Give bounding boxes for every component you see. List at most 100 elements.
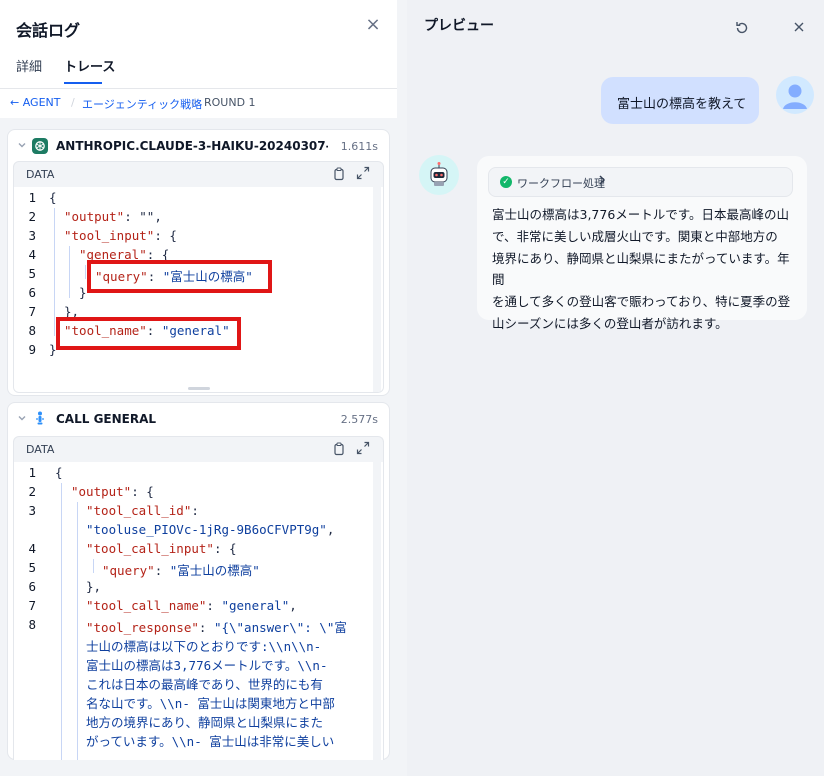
json-key: "tool_call_id": [86, 503, 192, 518]
check-circle-icon: ✓: [500, 176, 512, 188]
code-line: "tool_call_input": {: [86, 541, 237, 556]
copy-icon[interactable]: [332, 167, 346, 181]
expand-icon[interactable]: [356, 441, 370, 455]
trace-card-tool: CALL GENERAL 2.577s DATA 1 2 3 4 5 6 7 8…: [7, 402, 390, 760]
chevron-down-icon[interactable]: [17, 413, 27, 423]
workflow-label: ワークフロー処理: [517, 177, 605, 190]
trace-card-header[interactable]: ANTHROPIC.CLAUDE-3-HAIKU-20240307-V1:...…: [8, 130, 389, 162]
json-punct: :: [154, 563, 170, 578]
code-header: DATA: [14, 162, 383, 186]
json-key: "tool_call_name": [86, 598, 207, 613]
json-string: "general": [221, 598, 290, 613]
panel-title: 会話ログ: [16, 21, 81, 40]
resize-handle[interactable]: [188, 387, 210, 390]
highlight-box-query: [87, 260, 272, 293]
indent-guide: [61, 483, 62, 760]
breadcrumb-back-agent[interactable]: ← AGENT: [10, 96, 60, 109]
line-number: 3: [28, 228, 36, 243]
code-line: },: [86, 579, 102, 594]
json-punct: ,: [326, 522, 335, 537]
trace-card-title: CALL GENERAL: [56, 412, 157, 426]
json-punct: ,: [289, 598, 297, 613]
message-line: を通して多くの登山客で賑わっており、特に夏季の登: [492, 294, 791, 310]
code-line: "query": "富士山の標高": [102, 560, 260, 579]
breadcrumb-round: ROUND 1: [204, 96, 256, 109]
close-icon[interactable]: ×: [364, 16, 382, 34]
workflow-process-toggle[interactable]: ✓ ワークフロー処理: [488, 167, 793, 197]
json-key: "tool_response": [86, 620, 199, 635]
close-icon[interactable]: [791, 19, 807, 35]
line-number: 2: [28, 484, 36, 499]
highlight-box-tool-name: [56, 317, 241, 350]
data-code-block: DATA 1 2 3 4 5 6 7 8 {"output": {"tool…: [13, 436, 384, 760]
indent-guide: [85, 265, 86, 279]
panel-header: 会話ログ × 詳細 トレース ← AGENT / エージェンティック戦略 / R…: [0, 0, 397, 118]
json-punct: :: [191, 503, 199, 518]
user-message-text: 富士山の標高を教えて: [617, 97, 747, 112]
chevron-right-icon: [598, 174, 606, 189]
code-line: "tooluse_PIOVc-1jRg-9B6oCFVPT9g",: [86, 522, 334, 537]
json-key: "query": [102, 563, 155, 578]
line-number: 4: [28, 247, 36, 262]
code-line: "output": {: [71, 484, 154, 499]
line-number: 8: [28, 323, 36, 338]
message-line: 富士山の標高は3,776メートルです。日本最高峰の山: [492, 207, 790, 222]
copy-icon[interactable]: [332, 442, 346, 456]
code-line-wrap: がっています。\\n- 富士山は非常に美しい: [86, 734, 335, 749]
refresh-icon[interactable]: [734, 20, 750, 36]
trace-card-header[interactable]: CALL GENERAL 2.577s: [8, 403, 389, 435]
line-number: 9: [28, 342, 36, 357]
code-line: {: [55, 465, 63, 480]
tab-trace[interactable]: トレース: [64, 56, 115, 75]
message-line: 山シーズンには多くの登山者が訪れます。: [492, 315, 728, 331]
code-line: {: [49, 190, 57, 205]
code-line: "tool_input": {: [64, 228, 177, 243]
breadcrumb-separator: /: [71, 96, 75, 109]
trace-card-duration: 2.577s: [340, 413, 378, 426]
json-key: "tool_input": [64, 228, 155, 243]
code-line: "tool_call_name": "general",: [86, 598, 297, 613]
code-line-wrap: 富士山の標高は3,776メートルです。\\n-: [86, 658, 328, 673]
json-key: "tool_call_input": [86, 541, 214, 556]
data-label: DATA: [26, 443, 55, 456]
json-punct: :: [206, 598, 222, 613]
code-line: }: [79, 285, 87, 300]
code-line-wrap: 名な山です。\\n- 富士山は関東地方と中部: [86, 696, 335, 711]
json-key: "output": [71, 484, 132, 499]
panel-splitter[interactable]: [397, 0, 407, 776]
json-punct: : "",: [124, 209, 162, 224]
json-punct: : {: [213, 541, 237, 556]
line-number: 5: [28, 266, 36, 281]
vertical-scrollbar[interactable]: [373, 462, 381, 760]
tool-icon: [34, 410, 46, 426]
vertical-scrollbar[interactable]: [373, 187, 381, 392]
conversation-log-panel: 会話ログ × 詳細 トレース ← AGENT / エージェンティック戦略 / R…: [0, 0, 397, 776]
line-number: 4: [28, 541, 36, 556]
code-line-wrap: 地方の境界にあり、静岡県と山梨県にまた: [86, 715, 324, 730]
assistant-message-text: 富士山の標高は3,776メートルです。日本最高峰の山 で、非常に美しい成層火山で…: [492, 204, 795, 335]
user-avatar-icon: [776, 76, 814, 114]
tab-details[interactable]: 詳細: [16, 56, 42, 75]
line-number: 1: [28, 190, 36, 205]
active-tab-indicator: [64, 82, 102, 84]
preview-title: プレビュー: [424, 18, 494, 34]
openai-model-icon: [32, 138, 48, 154]
code-line-wrap: 士山の標高は以下のとおりです:\\n\\n-: [86, 639, 322, 654]
indent-guide: [69, 246, 70, 298]
breadcrumb-strategy[interactable]: エージェンティック戦略: [82, 96, 202, 112]
line-number: 6: [28, 285, 36, 300]
line-number: 8: [28, 617, 36, 632]
indent-guide: [54, 208, 55, 336]
json-punct: : {: [131, 484, 154, 499]
json-string: "富士山の標高": [169, 563, 260, 578]
chevron-down-icon[interactable]: [17, 140, 27, 150]
line-number: 6: [28, 579, 36, 594]
indent-guide: [93, 559, 94, 573]
message-line: で、非常に美しい成層火山です。関東と中部地方の: [492, 228, 778, 244]
data-label: DATA: [26, 168, 55, 181]
code-header: DATA: [14, 437, 383, 461]
code-line-wrap: これは日本の最高峰であり、世界的にも有: [86, 677, 323, 692]
code-editor[interactable]: 1 2 3 4 5 6 7 8 { "output": { "tool_call…: [14, 462, 383, 760]
expand-icon[interactable]: [356, 166, 370, 180]
trace-card-duration: 1.611s: [340, 140, 378, 153]
